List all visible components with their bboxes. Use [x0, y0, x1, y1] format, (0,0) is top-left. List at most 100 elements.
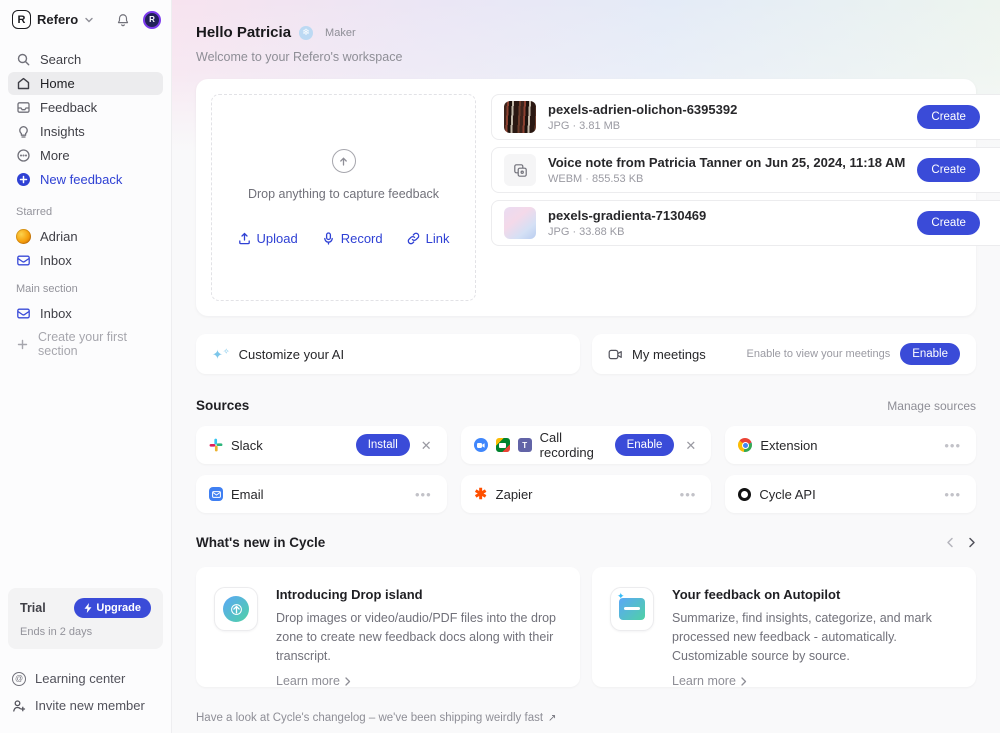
- microphone-icon: [322, 232, 335, 245]
- upgrade-button[interactable]: Upgrade: [74, 598, 151, 618]
- customize-ai-card[interactable]: ✦✧ Customize your AI: [196, 334, 580, 374]
- discard-button[interactable]: Discard: [992, 211, 1000, 235]
- source-name: Call recording: [540, 430, 607, 460]
- install-slack-button[interactable]: Install: [356, 434, 410, 456]
- drop-zone[interactable]: Drop anything to capture feedback Upload…: [211, 94, 476, 301]
- carousel-prev-icon[interactable]: [946, 537, 954, 548]
- source-card-slack: Slack Install ✕: [196, 426, 447, 464]
- mail-inbox-icon: [16, 306, 31, 321]
- page-title: Hello Patricia: [196, 24, 291, 41]
- enable-call-recording-button[interactable]: Enable: [615, 434, 675, 456]
- sources-grid: Slack Install ✕ T Call recording Enable …: [196, 426, 976, 513]
- more-options-icon[interactable]: •••: [678, 486, 699, 503]
- drop-island-icon: [214, 587, 258, 631]
- inbox-tray-icon: [16, 100, 31, 115]
- create-section-label: Create your first section: [38, 330, 155, 358]
- sidebar-item-adrian[interactable]: Adrian: [8, 225, 163, 248]
- pending-feedback-list: pexels-adrien-olichon-6395392 JPG · 3.81…: [491, 94, 1000, 301]
- create-button[interactable]: Create: [917, 105, 980, 129]
- my-meetings-label: My meetings: [632, 347, 706, 362]
- email-icon: [209, 487, 223, 501]
- lightbulb-icon: [16, 124, 31, 139]
- slack-icon: [209, 438, 223, 452]
- item-title: pexels-gradienta-7130469: [548, 208, 905, 223]
- discard-button[interactable]: Discard: [992, 158, 1000, 182]
- sidebar-item-inbox-starred[interactable]: Inbox: [8, 249, 163, 272]
- source-card-call-recording: T Call recording Enable ✕: [461, 426, 712, 464]
- plus-icon: [16, 338, 29, 351]
- learn-more-link[interactable]: Learn more: [672, 674, 747, 688]
- sidebar-item-label: Search: [40, 52, 81, 67]
- my-meetings-card: My meetings Enable to view your meetings…: [592, 334, 976, 374]
- discard-button[interactable]: Discard: [992, 105, 1000, 129]
- sidebar: R Refero R Search Home Feedback Insights: [0, 0, 172, 733]
- sidebar-item-label: Feedback: [40, 100, 97, 115]
- main-content: Hello Patricia ❄ Maker Welcome to your R…: [172, 0, 1000, 733]
- link-button[interactable]: Link: [407, 231, 450, 246]
- upload-icon: [238, 232, 251, 245]
- autopilot-icon: [610, 587, 654, 631]
- google-meet-icon: [496, 438, 510, 452]
- source-name: Extension: [760, 438, 817, 453]
- invite-member-label: Invite new member: [35, 698, 145, 713]
- more-options-icon[interactable]: •••: [413, 486, 434, 503]
- more-circle-icon: [16, 148, 31, 163]
- chevron-right-icon: [741, 677, 747, 686]
- workspace-switcher[interactable]: R Refero R: [0, 0, 171, 39]
- enable-meetings-button[interactable]: Enable: [900, 343, 960, 365]
- more-options-icon[interactable]: •••: [942, 437, 963, 454]
- create-button[interactable]: Create: [917, 158, 980, 182]
- news-card-drop-island: Introducing Drop island Drop images or v…: [196, 567, 580, 687]
- home-icon: [16, 76, 31, 91]
- lightning-icon: [84, 603, 92, 613]
- sidebar-item-label: Inbox: [40, 253, 72, 268]
- create-section-button[interactable]: Create your first section: [8, 326, 163, 362]
- item-meta: JPG · 33.88 KB: [548, 226, 905, 238]
- upgrade-label: Upgrade: [96, 602, 141, 614]
- notifications-bell-icon[interactable]: [116, 13, 130, 27]
- sidebar-item-inbox-main[interactable]: Inbox: [8, 302, 163, 325]
- user-avatar[interactable]: R: [143, 11, 161, 29]
- learn-more-label: Learn more: [276, 674, 340, 688]
- manage-sources-link[interactable]: Manage sources: [887, 399, 976, 413]
- carousel-next-icon[interactable]: [968, 537, 976, 548]
- image-thumbnail: [504, 207, 536, 239]
- sidebar-item-more[interactable]: More: [8, 144, 163, 167]
- news-body-text: Drop images or video/audio/PDF files int…: [276, 609, 562, 665]
- section-label-main: Main section: [0, 273, 171, 301]
- source-name: Cycle API: [759, 487, 815, 502]
- item-title: pexels-adrien-olichon-6395392: [548, 102, 905, 117]
- news-title: Your feedback on Autopilot: [672, 587, 958, 602]
- more-options-icon[interactable]: •••: [942, 486, 963, 503]
- sidebar-item-label: Inbox: [40, 306, 72, 321]
- adrian-avatar: [16, 229, 31, 244]
- sidebar-item-label: Insights: [40, 124, 85, 139]
- new-feedback-button[interactable]: New feedback: [8, 168, 163, 191]
- source-card-cycle-api: Cycle API •••: [725, 475, 976, 513]
- create-button[interactable]: Create: [917, 211, 980, 235]
- trial-title: Trial: [20, 601, 46, 615]
- at-sign-icon: @: [12, 672, 26, 686]
- cycle-api-icon: [738, 488, 751, 501]
- changelog-note[interactable]: Have a look at Cycle's changelog – we've…: [196, 712, 976, 724]
- learn-more-label: Learn more: [672, 674, 736, 688]
- upload-button[interactable]: Upload: [238, 231, 298, 246]
- invite-member-link[interactable]: Invite new member: [0, 692, 171, 719]
- sidebar-nav: Search Home Feedback Insights More New f…: [0, 47, 171, 363]
- workspace-logo: R: [12, 10, 31, 29]
- link-label: Link: [426, 231, 450, 246]
- sidebar-item-feedback[interactable]: Feedback: [8, 96, 163, 119]
- learn-more-link[interactable]: Learn more: [276, 674, 351, 688]
- sidebar-item-insights[interactable]: Insights: [8, 120, 163, 143]
- plus-circle-icon: [16, 172, 31, 187]
- learning-center-link[interactable]: @ Learning center: [0, 665, 171, 692]
- sidebar-item-home[interactable]: Home: [8, 72, 163, 95]
- dismiss-icon[interactable]: ✕: [683, 437, 698, 454]
- list-item: Voice note from Patricia Tanner on Jun 2…: [491, 147, 1000, 193]
- file-copy-icon: [504, 154, 536, 186]
- role-badge: Maker: [325, 27, 356, 39]
- record-button[interactable]: Record: [322, 231, 383, 246]
- sidebar-item-search[interactable]: Search: [8, 48, 163, 71]
- dismiss-icon[interactable]: ✕: [419, 437, 434, 454]
- list-item: pexels-adrien-olichon-6395392 JPG · 3.81…: [491, 94, 1000, 140]
